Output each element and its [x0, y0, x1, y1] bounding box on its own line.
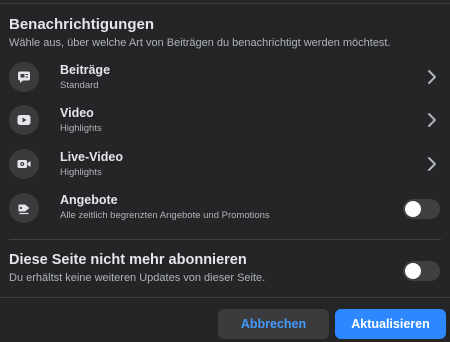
footer-divider	[0, 297, 450, 298]
option-live-video-sublabel: Highlights	[60, 167, 102, 178]
option-posts[interactable]: Beiträge Standard	[0, 56, 450, 98]
chevron-right-icon[interactable]	[426, 69, 438, 85]
offers-toggle-knob	[405, 201, 421, 217]
posts-icon	[9, 62, 39, 92]
section-divider	[9, 239, 441, 240]
option-posts-label: Beiträge	[60, 63, 111, 77]
top-divider	[0, 3, 450, 4]
unsubscribe-toggle[interactable]	[403, 261, 440, 281]
cancel-button[interactable]: Abbrechen	[218, 309, 329, 339]
option-video-sublabel: Highlights	[60, 123, 102, 134]
unsubscribe-description: Du erhältst keine weiteren Updates von d…	[9, 272, 266, 284]
chevron-right-icon[interactable]	[426, 112, 438, 128]
video-play-icon	[9, 105, 39, 135]
option-offers: Angebote Alle zeitlich begrenzten Angebo…	[0, 187, 450, 229]
option-live-video[interactable]: Live-Video Highlights	[0, 143, 450, 185]
option-live-video-label: Live-Video	[60, 150, 123, 164]
chevron-right-icon[interactable]	[426, 156, 438, 172]
notifications-header: Benachrichtigungen Wähle aus, über welch…	[9, 16, 441, 50]
live-video-icon	[9, 149, 39, 179]
unsubscribe-title: Diese Seite nicht mehr abonnieren	[9, 252, 247, 268]
notifications-title: Benachrichtigungen	[9, 16, 155, 33]
option-offers-label: Angebote	[60, 193, 118, 207]
option-posts-sublabel: Standard	[60, 80, 99, 91]
option-video[interactable]: Video Highlights	[0, 99, 450, 141]
notifications-description: Wähle aus, über welche Art von Beiträgen…	[9, 37, 391, 49]
unsubscribe-toggle-knob	[405, 263, 421, 279]
option-video-label: Video	[60, 106, 94, 120]
offers-icon	[9, 193, 39, 223]
update-button[interactable]: Aktualisieren	[335, 309, 446, 339]
option-offers-sublabel: Alle zeitlich begrenzten Angebote und Pr…	[60, 210, 270, 221]
offers-toggle[interactable]	[403, 199, 440, 219]
